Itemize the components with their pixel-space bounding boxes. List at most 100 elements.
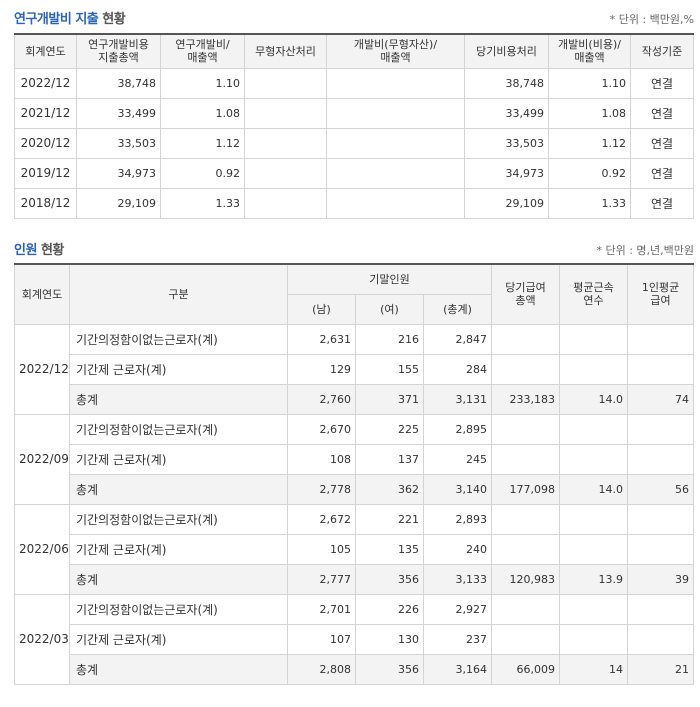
hr-tenure-cell [559, 533, 629, 565]
rd-header-total-spend: 연구개발비용 지출총액 [76, 33, 161, 69]
hr-table-row: 기간제 근로자(계) 108 137 245 [15, 443, 695, 475]
hr-category-cell: 기간의정함이없는근로자(계) [69, 503, 288, 535]
rd-dev-expense-ratio-cell: 1.33 [548, 187, 631, 219]
hr-male-cell: 2,701 [287, 593, 356, 625]
hr-avg-salary-cell: 21 [627, 653, 695, 685]
hr-table-row: 2022/03 기간의정함이없는근로자(계) 2,701 226 2,927 [14, 593, 695, 685]
page: 연구개발비 지출 현황 * 단위 : 백만원,% 회계연도 연구개발비용 지출총액… [0, 0, 700, 707]
hr-category-cell: 기간의정함이없는근로자(계) [69, 413, 288, 445]
hr-salary-cell [491, 323, 561, 355]
hr-unit-note: * 단위 : 명,년,백만원 [596, 244, 694, 257]
rd-table-row: 2018/12 29,109 1.33 29,109 1.33 연결 [14, 187, 694, 219]
hr-tenure-cell [559, 353, 629, 385]
hr-female-cell: 155 [355, 353, 424, 385]
rd-total-spend-cell: 29,109 [76, 187, 161, 219]
hr-avg-salary-cell [627, 533, 695, 565]
hr-total-cell: 240 [422, 533, 493, 565]
rd-basis-cell: 연결 [630, 97, 694, 129]
rd-dev-ratio-cell [326, 67, 465, 99]
hr-male-cell: 2,808 [287, 653, 356, 685]
hr-male-cell: 129 [287, 353, 356, 385]
hr-tenure-cell [559, 623, 629, 655]
hr-table-row: 총계 2,778 362 3,140 177,098 14.0 56 [15, 473, 695, 505]
hr-header-female: (여) [355, 293, 424, 325]
hr-tenure-cell [559, 413, 629, 445]
rd-expense-table: 회계연도 연구개발비용 지출총액 연구개발비/매출액 무형자산처리 개발비(무형자… [14, 33, 694, 219]
hr-table-row: 총계 2,808 356 3,164 66,009 14 21 [15, 653, 695, 685]
hr-total-cell: 3,164 [422, 653, 493, 685]
hr-year-cell: 2022/12 [14, 323, 70, 415]
hr-header-category: 구분 [69, 263, 288, 325]
hr-male-cell: 2,760 [287, 383, 356, 415]
hr-salary-cell: 177,098 [491, 473, 561, 505]
hr-male-cell: 2,778 [287, 473, 356, 505]
rd-header-expense: 당기비용처리 [464, 33, 549, 69]
hr-salary-cell: 66,009 [491, 653, 561, 685]
hr-male-cell: 2,672 [287, 503, 356, 535]
rd-header-dev-ratio: 개발비(무형자산)/매출액 [326, 33, 465, 69]
rd-ratio-cell: 1.08 [160, 97, 245, 129]
rd-header-ratio: 연구개발비/매출액 [160, 33, 245, 69]
hr-female-cell: 137 [355, 443, 424, 475]
hr-tenure-cell [559, 593, 629, 625]
rd-dev-ratio-cell [326, 127, 465, 159]
rd-header-row: 회계연도 연구개발비용 지출총액 연구개발비/매출액 무형자산처리 개발비(무형자… [14, 33, 694, 69]
rd-total-spend-cell: 38,748 [76, 67, 161, 99]
hr-table-row: 기간제 근로자(계) 105 135 240 [15, 533, 695, 565]
rd-expense-cell: 29,109 [464, 187, 549, 219]
hr-category-cell: 기간제 근로자(계) [69, 533, 288, 565]
hr-category-cell: 총계 [69, 473, 288, 505]
hr-salary-cell [491, 413, 561, 445]
hr-header-avg-salary: 1인평균 급여 [627, 263, 695, 325]
hr-female-cell: 371 [355, 383, 424, 415]
hr-tenure-cell: 13.9 [559, 563, 629, 595]
rd-intangible-cell [244, 157, 327, 189]
rd-section-header: 연구개발비 지출 현황 * 단위 : 백만원,% [0, 6, 700, 28]
hr-title-highlight: 인원 [14, 243, 37, 258]
hr-avg-salary-cell [627, 323, 695, 355]
rd-dev-ratio-cell [326, 187, 465, 219]
rd-dev-expense-ratio-cell: 1.08 [548, 97, 631, 129]
hr-category-cell: 기간제 근로자(계) [69, 353, 288, 385]
rd-dev-expense-ratio-cell: 0.92 [548, 157, 631, 189]
rd-total-spend-cell: 33,503 [76, 127, 161, 159]
rd-dev-expense-ratio-cell: 1.10 [548, 67, 631, 99]
hr-male-cell: 2,777 [287, 563, 356, 595]
rd-ratio-cell: 1.33 [160, 187, 245, 219]
hr-salary-cell: 120,983 [491, 563, 561, 595]
hr-tenure-cell: 14.0 [559, 383, 629, 415]
hr-salary-cell [491, 533, 561, 565]
hr-title-rest: 현황 [36, 243, 64, 258]
hr-total-cell: 3,133 [422, 563, 493, 595]
rd-basis-cell: 연결 [630, 127, 694, 159]
rd-ratio-cell: 1.12 [160, 127, 245, 159]
rd-year-cell: 2018/12 [14, 187, 77, 219]
hr-avg-salary-cell [627, 503, 695, 535]
rd-table-row: 2021/12 33,499 1.08 33,499 1.08 연결 [14, 97, 694, 129]
hr-female-cell: 225 [355, 413, 424, 445]
rd-intangible-cell [244, 97, 327, 129]
rd-dev-expense-ratio-cell: 1.12 [548, 127, 631, 159]
rd-intangible-cell [244, 67, 327, 99]
rd-year-cell: 2021/12 [14, 97, 77, 129]
rd-intangible-cell [244, 127, 327, 159]
hr-section-header: 인원 현황 * 단위 : 명,년,백만원 [0, 237, 700, 259]
hr-tenure-cell [559, 323, 629, 355]
rd-basis-cell: 연결 [630, 157, 694, 189]
rd-expense-cell: 34,973 [464, 157, 549, 189]
rd-title-rest: 현황 [98, 12, 126, 27]
hr-table-row: 2022/12 기간의정함이없는근로자(계) 2,631 216 2,847 [14, 323, 695, 415]
hr-salary-cell [491, 623, 561, 655]
hr-headcount-table: 회계연도 구분 기말인원 당기급여 총액 평균근속 연수 1인평균 급여 (남) (여… [14, 263, 695, 685]
hr-total-cell: 3,131 [422, 383, 493, 415]
hr-female-cell: 216 [355, 323, 424, 355]
hr-male-cell: 107 [287, 623, 356, 655]
hr-table-row: 기간제 근로자(계) 129 155 284 [15, 353, 695, 385]
hr-header-year: 회계연도 [14, 263, 70, 325]
hr-tenure-cell [559, 443, 629, 475]
hr-total-cell: 3,140 [422, 473, 493, 505]
rd-table-row: 2022/12 38,748 1.10 38,748 1.10 연결 [14, 67, 694, 99]
hr-salary-cell [491, 353, 561, 385]
hr-tenure-cell [559, 503, 629, 535]
rd-basis-cell: 연결 [630, 67, 694, 99]
